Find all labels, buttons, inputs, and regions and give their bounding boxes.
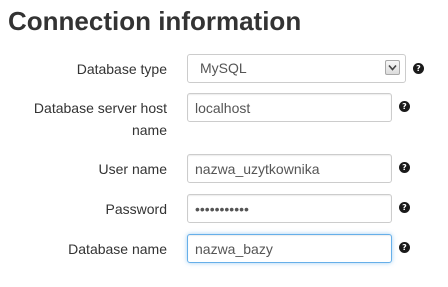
page-title: Connection information (8, 6, 302, 36)
user-name-input[interactable] (187, 154, 392, 183)
row-password: Password ? (0, 194, 448, 224)
help-icon-database-name[interactable]: ? (399, 242, 410, 253)
user-name-label: User name (98, 161, 167, 177)
password-label: Password (105, 201, 167, 217)
row-database-name: Database name ? (0, 234, 448, 264)
password-input[interactable] (187, 194, 392, 223)
database-host-label: Database server host name (33, 100, 167, 138)
help-icon-password[interactable]: ? (399, 202, 410, 213)
database-host-input[interactable] (187, 93, 392, 122)
database-type-value: MySQL (200, 60, 247, 76)
database-type-select[interactable]: MySQL (187, 54, 406, 83)
help-icon-database-host[interactable]: ? (399, 101, 410, 112)
row-database-host: Database server host name ? (0, 93, 448, 141)
database-name-input[interactable] (187, 234, 392, 263)
database-type-label: Database type (76, 61, 167, 77)
help-icon-user-name[interactable]: ? (399, 162, 410, 173)
help-icon-database-type[interactable]: ? (413, 63, 424, 74)
row-user-name: User name ? (0, 154, 448, 184)
chevron-down-icon[interactable] (385, 60, 400, 75)
row-database-type: Database type MySQL ? (0, 54, 448, 84)
database-name-label: Database name (68, 241, 167, 257)
